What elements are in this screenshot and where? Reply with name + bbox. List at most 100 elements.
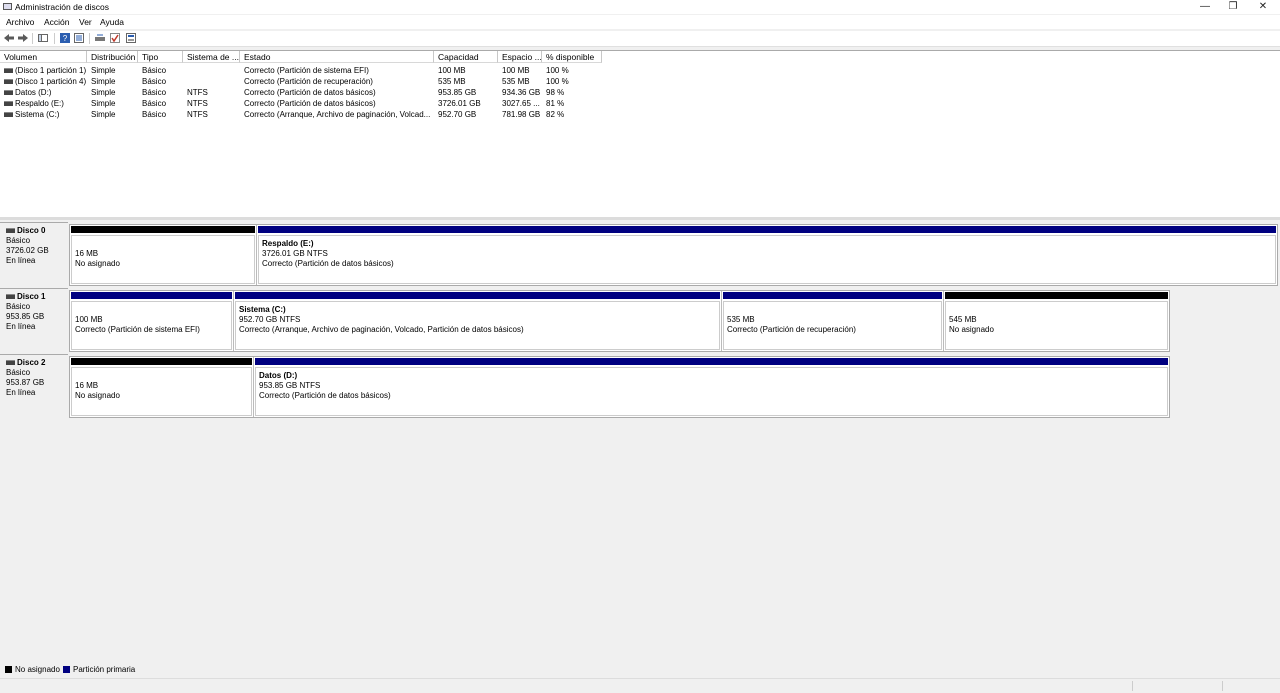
table-row[interactable]: Sistema (C:) Simple Básico NTFS Correcto (Ar… bbox=[0, 109, 640, 120]
column-header-estado[interactable]: Estado bbox=[240, 51, 434, 63]
partition-bar bbox=[255, 358, 1168, 365]
legend-swatch-primary bbox=[63, 666, 70, 673]
connect-drive-icon[interactable] bbox=[95, 33, 105, 43]
back-arrow-icon[interactable] bbox=[4, 33, 14, 43]
table-cell: Simple bbox=[91, 110, 116, 119]
volume-icon bbox=[4, 112, 13, 118]
disk-partitions: 16 MB No asignado Datos (D:) 953.85 GB NTF… bbox=[69, 356, 1170, 418]
partition-sistema[interactable]: Sistema (C:) 952.70 GB NTFS Correcto (Arra… bbox=[234, 291, 722, 351]
table-cell: NTFS bbox=[187, 110, 208, 119]
partition-bar bbox=[71, 292, 232, 299]
disk-size: 953.87 GB bbox=[6, 378, 45, 387]
menu-bar: Archivo Acción Ver Ayuda bbox=[0, 15, 1280, 29]
partition-unallocated[interactable]: 16 MB No asignado bbox=[70, 225, 257, 285]
table-cell: Correcto (Arranque, Archivo de paginació… bbox=[244, 110, 431, 119]
help-icon[interactable]: ? bbox=[60, 33, 70, 43]
column-header-disponible[interactable]: % disponible bbox=[542, 51, 602, 63]
check-icon[interactable] bbox=[110, 33, 120, 43]
column-header-sistema-archivos[interactable]: Sistema de ... bbox=[183, 51, 240, 63]
console-tree-icon[interactable] bbox=[38, 33, 48, 43]
disk-label[interactable]: Disco 2 Básico 953.87 GB En línea bbox=[0, 354, 68, 420]
table-cell: Correcto (Partición de recuperación) bbox=[244, 77, 373, 86]
partition-efi[interactable]: 100 MB Correcto (Partición de sistema EFI… bbox=[70, 291, 234, 351]
column-header-espacio[interactable]: Espacio ... bbox=[498, 51, 542, 63]
table-cell: Básico bbox=[142, 110, 167, 119]
table-cell: Básico bbox=[142, 88, 167, 97]
toolbar-separator bbox=[32, 33, 33, 44]
partition-size: 953.85 GB NTFS bbox=[259, 381, 321, 390]
disk-row-1: Disco 1 Básico 953.85 GB En línea 100 MB… bbox=[0, 288, 1280, 352]
table-cell: 98 % bbox=[546, 88, 565, 97]
table-cell: Simple bbox=[91, 77, 116, 86]
disk-icon bbox=[6, 360, 15, 366]
menu-ayuda[interactable]: Ayuda bbox=[100, 17, 124, 27]
disk-label[interactable]: Disco 1 Básico 953.85 GB En línea bbox=[0, 288, 68, 352]
table-cell: Respaldo (E:) bbox=[4, 98, 87, 109]
restore-button[interactable]: ❐ bbox=[1218, 0, 1248, 14]
disk-partitions: 16 MB No asignado Respaldo (E:) 3726.01 GB… bbox=[69, 224, 1278, 286]
partition-unallocated[interactable]: 16 MB No asignado bbox=[70, 357, 254, 417]
table-cell: Correcto (Partición de datos básicos) bbox=[244, 99, 376, 108]
volume-name: Sistema (C:) bbox=[15, 110, 60, 119]
table-cell: 934.36 GB bbox=[502, 88, 541, 97]
disk-partitions: 100 MB Correcto (Partición de sistema EFI… bbox=[69, 290, 1170, 352]
table-row[interactable]: Datos (D:) Simple Básico NTFS Correcto (Part… bbox=[0, 87, 640, 98]
settings-icon[interactable] bbox=[126, 33, 136, 43]
menu-archivo[interactable]: Archivo bbox=[6, 17, 34, 27]
toolbar: ? bbox=[0, 31, 1280, 47]
table-cell: Simple bbox=[91, 66, 116, 75]
column-header-distribucion[interactable]: Distribución bbox=[87, 51, 138, 63]
column-header-tipo[interactable]: Tipo bbox=[138, 51, 183, 63]
column-header-volumen[interactable]: Volumen bbox=[0, 51, 87, 63]
table-row[interactable]: (Disco 1 partición 4) Simple Básico Correct… bbox=[0, 76, 640, 87]
table-row[interactable]: (Disco 1 partición 1) Simple Básico Correct… bbox=[0, 65, 640, 76]
disk-type: Básico bbox=[6, 236, 31, 245]
disk-size: 3726.02 GB bbox=[6, 246, 49, 255]
table-cell: NTFS bbox=[187, 88, 208, 97]
properties-icon[interactable] bbox=[74, 33, 84, 43]
volume-list: Volumen Distribución Tipo Sistema de ...… bbox=[0, 50, 1280, 218]
table-cell: 952.70 GB bbox=[438, 110, 477, 119]
partition-bar bbox=[71, 358, 252, 365]
disk-row-0: Disco 0 Básico 3726.02 GB En línea 16 MB… bbox=[0, 222, 1280, 286]
table-cell: 100 MB bbox=[438, 66, 466, 75]
volume-icon bbox=[4, 101, 13, 107]
menu-ver[interactable]: Ver bbox=[79, 17, 92, 27]
partition-status: Correcto (Partición de recuperación) bbox=[727, 325, 856, 334]
disk-name: Disco 2 bbox=[17, 358, 46, 367]
disk-name: Disco 0 bbox=[17, 226, 46, 235]
column-header-capacidad[interactable]: Capacidad bbox=[434, 51, 498, 63]
partition-size: 3726.01 GB NTFS bbox=[262, 249, 328, 258]
table-cell: 953.85 GB bbox=[438, 88, 477, 97]
disk-size: 953.85 GB bbox=[6, 312, 45, 321]
table-cell: Básico bbox=[142, 99, 167, 108]
partition-title: Respaldo (E:) bbox=[262, 239, 314, 248]
table-cell: 100 % bbox=[546, 66, 569, 75]
svg-text:?: ? bbox=[63, 34, 68, 43]
minimize-button[interactable]: — bbox=[1190, 0, 1220, 14]
forward-arrow-icon[interactable] bbox=[18, 33, 28, 43]
volume-icon bbox=[4, 79, 13, 85]
partition-size: 16 MB bbox=[75, 249, 99, 258]
table-cell: 100 MB bbox=[502, 66, 530, 75]
partition-title: Datos (D:) bbox=[259, 371, 298, 380]
pane-splitter[interactable] bbox=[0, 217, 1280, 220]
partition-title: Sistema (C:) bbox=[239, 305, 286, 314]
partition-respaldo[interactable]: Respaldo (E:) 3726.01 GB NTFS Correcto (Pa… bbox=[257, 225, 1277, 285]
table-row[interactable]: Respaldo (E:) Simple Básico NTFS Correcto (P… bbox=[0, 98, 640, 109]
partition-recovery[interactable]: 535 MB Correcto (Partición de recuperació… bbox=[722, 291, 944, 351]
menu-accion[interactable]: Acción bbox=[44, 17, 70, 27]
volume-name: (Disco 1 partición 4) bbox=[15, 77, 87, 86]
status-divider bbox=[1222, 681, 1223, 691]
disk-status: En línea bbox=[6, 388, 36, 397]
table-cell: Sistema (C:) bbox=[4, 109, 87, 120]
disk-type: Básico bbox=[6, 368, 31, 377]
close-button[interactable]: ✕ bbox=[1248, 0, 1278, 14]
partition-unallocated[interactable]: 545 MB No asignado bbox=[944, 291, 1169, 351]
partition-status: Correcto (Arranque, Archivo de paginació… bbox=[239, 325, 524, 334]
table-cell: 781.98 GB bbox=[502, 110, 541, 119]
partition-datos[interactable]: Datos (D:) 953.85 GB NTFS Correcto (Partic… bbox=[254, 357, 1169, 417]
table-cell: 82 % bbox=[546, 110, 565, 119]
status-divider bbox=[1132, 681, 1133, 691]
disk-label[interactable]: Disco 0 Básico 3726.02 GB En línea bbox=[0, 222, 68, 286]
